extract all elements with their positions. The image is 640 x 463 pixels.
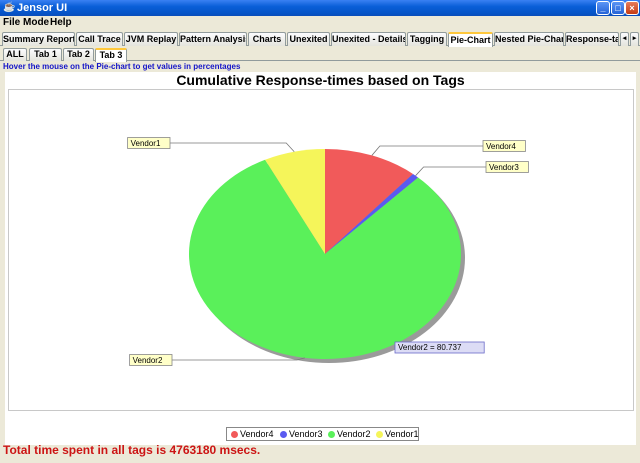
main-tabstrip: Summary Report Call Trace JVM Replay Pat…: [0, 32, 640, 47]
slice-label-vendor3: Vendor3: [489, 163, 519, 172]
tab-pattern-analysis[interactable]: Pattern Analysis: [179, 32, 247, 46]
tab-unexited[interactable]: Unexited: [287, 32, 330, 46]
subtab-all[interactable]: ALL: [3, 48, 27, 61]
slice-label-vendor2: Vendor2: [133, 356, 163, 365]
leader-line: [172, 357, 305, 361]
sub-tabstrip: ALL Tab 1 Tab 2 Tab 3: [0, 48, 640, 62]
legend-label: Vendor1: [385, 429, 419, 439]
chart-legend: Vendor4 Vendor3 Vendor2 Vendor1: [226, 427, 419, 441]
hover-tooltip: Vendor2 = 80.737: [398, 343, 462, 352]
title-bar: ☕ Jensor UI _ □ ×: [0, 0, 640, 16]
tab-jvm-replay[interactable]: JVM Replay: [124, 32, 178, 46]
tab-charts[interactable]: Charts: [248, 32, 286, 46]
app-window: ☕ Jensor UI _ □ × File Mode Help Summary…: [0, 0, 640, 463]
tab-nested-pie-chart[interactable]: Nested Pie-Chart: [494, 32, 564, 46]
menu-help[interactable]: Help: [50, 17, 72, 29]
pie-chart-panel: Cumulative Response-times based on Tags …: [5, 72, 636, 445]
close-button[interactable]: ×: [625, 1, 639, 15]
tab-pie-chart[interactable]: Pie-Chart: [448, 32, 493, 47]
leader-line: [371, 145, 483, 156]
tab-response-tags[interactable]: Response-ta: [565, 32, 619, 46]
legend-label: Vendor3: [289, 429, 323, 439]
legend-swatch: [376, 431, 383, 438]
tab-call-trace[interactable]: Call Trace: [76, 32, 123, 46]
legend-item-vendor4: Vendor4: [231, 429, 274, 440]
legend-item-vendor2: Vendor2: [328, 429, 371, 440]
window-title: Jensor UI: [17, 2, 68, 14]
maximize-button[interactable]: □: [611, 1, 625, 15]
subtab-tab-1[interactable]: Tab 1: [29, 48, 62, 61]
legend-swatch: [280, 431, 287, 438]
leader-line: [170, 142, 295, 152]
pie-chart[interactable]: Vendor4 Vendor3 Vendor2 Vendor1 Vendor2 = 80…: [9, 90, 635, 412]
legend-label: Vendor4: [240, 429, 274, 439]
java-app-icon: ☕: [3, 2, 16, 13]
subtab-tab-2[interactable]: Tab 2: [63, 48, 94, 61]
legend-item-vendor1: Vendor1: [376, 429, 419, 440]
total-time-status: Total time spent in all tags is 4763180 …: [3, 443, 261, 457]
slice-label-vendor1: Vendor1: [131, 139, 161, 148]
subtab-tab-3[interactable]: Tab 3: [95, 48, 127, 62]
legend-item-vendor3: Vendor3: [280, 429, 323, 440]
menu-bar: File Mode Help: [0, 16, 640, 30]
tab-tagging[interactable]: Tagging: [407, 32, 447, 46]
tab-scroll-left-icon[interactable]: ◂: [620, 32, 629, 46]
legend-swatch: [328, 431, 335, 438]
leader-line: [415, 166, 486, 176]
menu-file[interactable]: File: [3, 17, 20, 29]
legend-label: Vendor2: [337, 429, 371, 439]
tab-unexited-details[interactable]: Unexited - Details: [331, 32, 406, 46]
slice-label-vendor4: Vendor4: [486, 142, 516, 151]
chart-title: Cumulative Response-times based on Tags: [176, 72, 465, 88]
tab-summary-report[interactable]: Summary Report: [2, 32, 75, 46]
legend-swatch: [231, 431, 238, 438]
plot-area: Vendor4 Vendor3 Vendor2 Vendor1 Vendor2 = 80…: [8, 89, 634, 411]
menu-mode[interactable]: Mode: [23, 17, 49, 29]
tab-scroll-right-icon[interactable]: ▸: [630, 32, 639, 46]
hover-hint: Hover the mouse on the Pie-chart to get …: [3, 62, 241, 71]
minimize-button[interactable]: _: [596, 1, 610, 15]
